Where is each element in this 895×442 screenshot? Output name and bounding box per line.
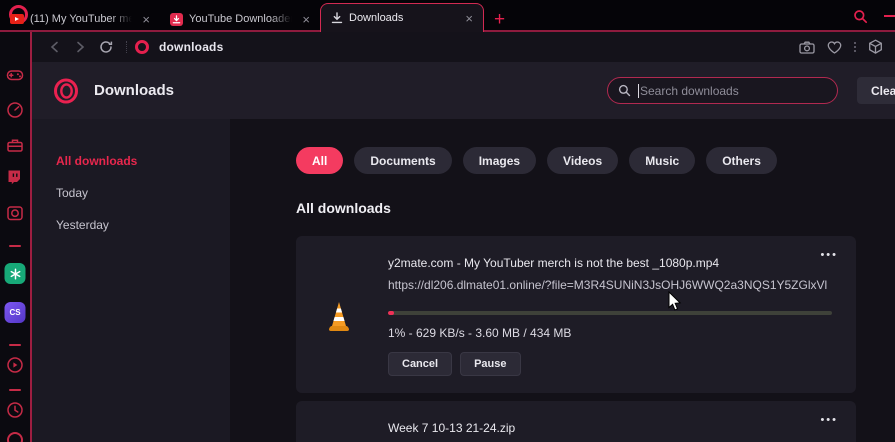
new-tab-button[interactable]: + [484, 10, 505, 32]
tab-label: (11) My YouTuber merch is [30, 13, 134, 25]
overflow-menu-icon[interactable]: ••• [820, 250, 838, 261]
overflow-menu-icon[interactable]: ••• [820, 415, 838, 426]
filter-documents[interactable]: Documents [354, 147, 451, 174]
download-url[interactable]: https://dl206.dlmate01.online/?file=M3R4… [388, 278, 828, 292]
address-bar: downloads [32, 32, 895, 62]
nav-item-today[interactable]: Today [32, 177, 230, 209]
opera-site-icon [135, 40, 149, 54]
download-title: Week 7 10-13 21-24.zip [388, 421, 515, 435]
page-title: Downloads [94, 82, 174, 99]
opera-gx-window: (11) My YouTuber merch is × YouTube Down… [0, 0, 895, 442]
download-title: y2mate.com - My YouTuber merch is not th… [388, 256, 719, 270]
tab-downloads[interactable]: Downloads × [320, 3, 484, 32]
sidebar-divider [9, 389, 21, 391]
minimize-window-icon[interactable] [884, 15, 895, 17]
forward-icon[interactable] [70, 37, 90, 57]
downloads-page-header: Downloads Clear downloads [32, 62, 895, 119]
download-status: 1% - 629 KB/s - 3.60 MB / 434 MB [388, 326, 571, 340]
back-icon[interactable] [44, 37, 64, 57]
addressbar-divider [126, 41, 127, 53]
download-item-mp4: y2mate.com - My YouTuber merch is not th… [296, 236, 856, 393]
close-tab-icon[interactable]: × [463, 12, 475, 25]
mods-toolbox-icon[interactable] [5, 135, 25, 155]
download-item-zip: Week 7 10-13 21-24.zip ••• [296, 401, 856, 442]
progress-bar [388, 311, 832, 315]
filter-videos[interactable]: Videos [547, 147, 618, 174]
bookmark-heart-icon[interactable] [827, 41, 842, 54]
tab-label: YouTube Downloader - Dow [189, 13, 294, 25]
addressbar-dots-divider [854, 42, 856, 52]
section-title: All downloads [296, 200, 895, 216]
nav-item-yesterday[interactable]: Yesterday [32, 209, 230, 241]
clear-downloads-button[interactable]: Clear downloads [857, 77, 895, 104]
download-favicon-icon [331, 12, 343, 24]
download-red-favicon-icon [170, 13, 183, 26]
aria-ai-icon[interactable] [5, 203, 25, 223]
sidebar-partial-icon[interactable] [7, 432, 23, 442]
tabstrip-right-controls [853, 0, 895, 32]
nav-item-all-downloads[interactable]: All downloads [32, 145, 230, 177]
play-circle-icon[interactable] [5, 355, 25, 375]
close-tab-icon[interactable]: × [300, 13, 312, 26]
tab-youtube-downloader[interactable]: YouTube Downloader - Dow × [160, 6, 320, 32]
filter-others[interactable]: Others [706, 147, 777, 174]
sidebar-divider [9, 344, 21, 346]
filter-music[interactable]: Music [629, 147, 695, 174]
sidebar-divider [9, 245, 21, 247]
extensions-cube-icon[interactable] [868, 39, 883, 55]
speedometer-icon[interactable] [5, 100, 25, 120]
snapshot-camera-icon[interactable] [799, 41, 815, 54]
opera-logo-icon [52, 77, 80, 105]
cancel-button[interactable]: Cancel [388, 352, 452, 376]
url-field[interactable]: downloads [159, 40, 223, 54]
tab-youtube[interactable]: (11) My YouTuber merch is × [0, 6, 160, 32]
tab-strip: (11) My YouTuber merch is × YouTube Down… [0, 0, 895, 32]
chatsonic-cs-icon[interactable]: CS [5, 302, 26, 323]
text-caret [638, 84, 639, 98]
filter-pills: All Documents Images Videos Music Others [296, 147, 895, 174]
twitch-icon[interactable] [5, 168, 25, 188]
close-tab-icon[interactable]: × [140, 13, 152, 26]
filter-images[interactable]: Images [463, 147, 536, 174]
reload-icon[interactable] [96, 37, 116, 57]
search-downloads-input[interactable] [640, 84, 827, 98]
tab-label: Downloads [349, 12, 457, 24]
search-downloads-box[interactable] [607, 77, 838, 104]
filter-all[interactable]: All [296, 147, 343, 174]
youtube-favicon-icon [10, 14, 24, 24]
gamepad-icon[interactable] [5, 65, 25, 85]
gx-sidebar: CS [0, 32, 32, 442]
vlc-cone-icon [324, 300, 354, 332]
downloads-side-nav: All downloads Today Yesterday [32, 119, 230, 442]
search-icon [618, 84, 631, 97]
chatgpt-icon[interactable] [5, 263, 26, 284]
progress-fill [388, 311, 394, 315]
search-icon[interactable] [853, 9, 868, 24]
downloads-main: All Documents Images Videos Music Others… [230, 119, 895, 442]
history-clock-icon[interactable] [5, 400, 25, 420]
pause-button[interactable]: Pause [460, 352, 520, 376]
